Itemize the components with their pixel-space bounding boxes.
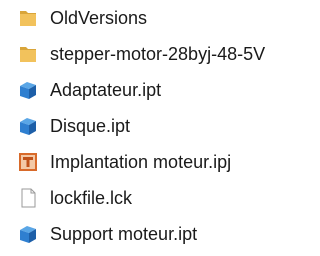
inventor-part-icon [20, 82, 36, 99]
file-name: stepper-motor-28byj-48-5V [50, 44, 266, 64]
file-name: Disque.ipt [50, 116, 131, 136]
file-list: OldVersions stepper-motor-28byj-48-5V Ad… [0, 0, 318, 256]
file-name: Implantation moteur.ipj [50, 152, 232, 172]
file-item-adaptateur[interactable]: Adaptateur.ipt [0, 74, 318, 106]
file-name: Support moteur.ipt [50, 224, 198, 244]
file-name: lockfile.lck [50, 188, 133, 208]
file-name: Adaptateur.ipt [50, 80, 162, 100]
file-item-lockfile[interactable]: lockfile.lck [0, 182, 318, 214]
inventor-project-icon [19, 153, 37, 171]
file-item-support-moteur[interactable]: Support moteur.ipt [0, 218, 318, 250]
file-name: OldVersions [50, 8, 148, 28]
file-item-oldversions[interactable]: OldVersions [0, 2, 318, 34]
file-item-implantation-moteur[interactable]: Implantation moteur.ipj [0, 146, 318, 178]
inventor-part-icon [20, 226, 36, 243]
inventor-part-icon [20, 118, 36, 135]
folder-icon [20, 47, 36, 62]
file-item-stepper-motor[interactable]: stepper-motor-28byj-48-5V [0, 38, 318, 70]
file-item-disque[interactable]: Disque.ipt [0, 110, 318, 142]
blank-document-icon [21, 188, 36, 208]
folder-icon [20, 11, 36, 26]
